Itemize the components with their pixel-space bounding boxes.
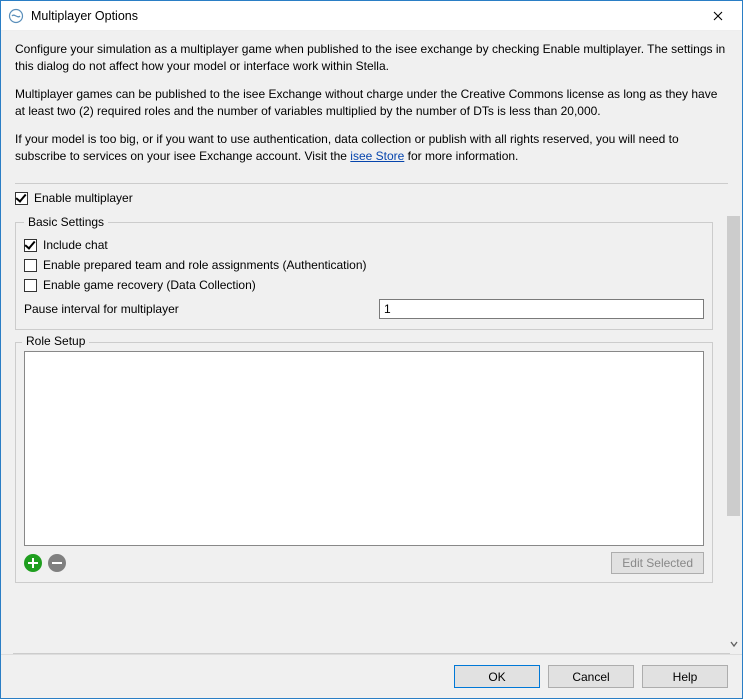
ok-button[interactable]: OK (454, 665, 540, 688)
description-p3: If your model is too big, or if you want… (15, 131, 728, 166)
role-list[interactable] (24, 351, 704, 546)
basic-settings-legend: Basic Settings (24, 215, 108, 229)
help-button[interactable]: Help (642, 665, 728, 688)
edit-selected-button: Edit Selected (611, 552, 704, 574)
pause-interval-input[interactable] (379, 299, 704, 319)
include-chat-checkbox[interactable] (24, 239, 37, 252)
remove-role-button[interactable] (48, 554, 66, 572)
close-button[interactable] (695, 1, 740, 30)
description-p1: Configure your simulation as a multiplay… (15, 41, 728, 76)
app-icon (7, 7, 25, 25)
role-setup-group: Role Setup Edit Selected (15, 342, 713, 583)
game-recovery-checkbox[interactable] (24, 279, 37, 292)
enable-multiplayer-label: Enable multiplayer (34, 191, 133, 205)
cancel-button[interactable]: Cancel (548, 665, 634, 688)
include-chat-label: Include chat (43, 238, 108, 252)
divider (15, 183, 728, 184)
prepared-teams-checkbox[interactable] (24, 259, 37, 272)
description-p2: Multiplayer games can be published to th… (15, 86, 728, 121)
add-role-button[interactable] (24, 554, 42, 572)
prepared-teams-label: Enable prepared team and role assignment… (43, 258, 367, 272)
titlebar: Multiplayer Options (1, 1, 742, 31)
vertical-scrollbar[interactable] (725, 213, 742, 653)
dialog-footer: OK Cancel Help (1, 654, 742, 698)
scrollbar-thumb[interactable] (727, 216, 740, 516)
window-title: Multiplayer Options (31, 9, 695, 23)
game-recovery-label: Enable game recovery (Data Collection) (43, 278, 256, 292)
settings-scroll-area: Basic Settings Include chat Enable prepa… (1, 213, 725, 653)
isee-store-link[interactable]: isee Store (350, 149, 404, 163)
scroll-down-icon[interactable] (726, 636, 741, 651)
role-setup-legend: Role Setup (22, 334, 89, 348)
description-text: Configure your simulation as a multiplay… (1, 31, 742, 183)
basic-settings-group: Basic Settings Include chat Enable prepa… (15, 215, 713, 330)
enable-multiplayer-checkbox[interactable] (15, 192, 28, 205)
pause-interval-label: Pause interval for multiplayer (24, 302, 379, 316)
